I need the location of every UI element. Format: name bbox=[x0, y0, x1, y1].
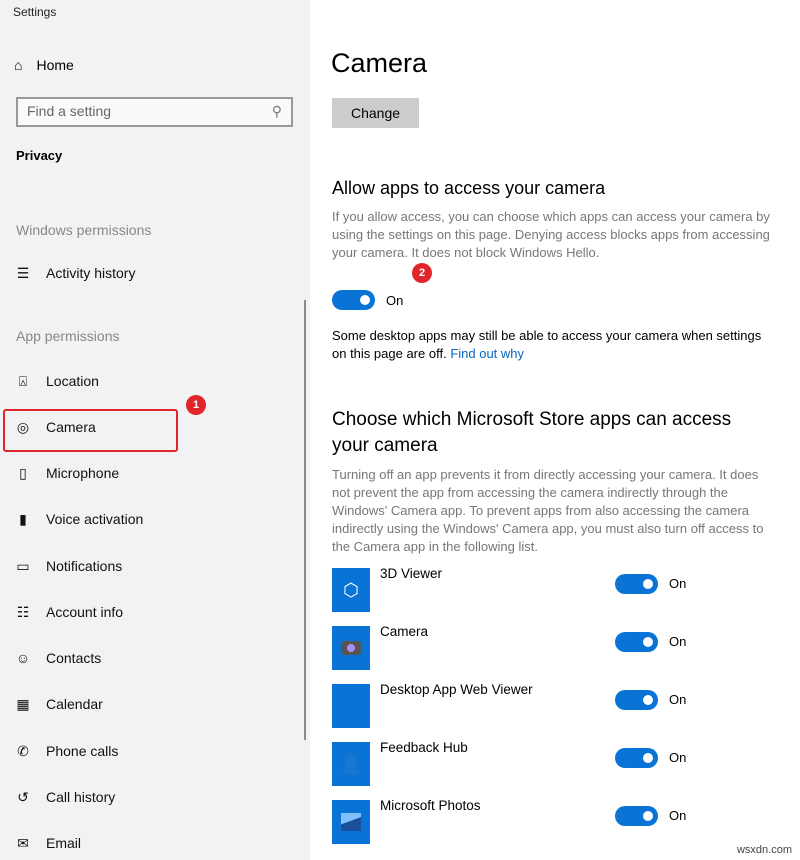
app-row-desktop-app-web-viewer: Desktop App Web Viewer On bbox=[332, 684, 752, 728]
search-input[interactable]: Find a setting ⚲ bbox=[16, 97, 293, 127]
sidebar-item-label: Contacts bbox=[46, 650, 101, 666]
camera-highlight-box bbox=[3, 409, 178, 452]
page-title: Camera bbox=[331, 48, 427, 79]
app-state: On bbox=[669, 750, 686, 765]
app-state: On bbox=[669, 692, 686, 707]
sidebar-item-notifications[interactable]: ▭ Notifications bbox=[14, 554, 122, 578]
account-info-icon: ☷ bbox=[14, 604, 32, 621]
sidebar-item-label: Call history bbox=[46, 789, 115, 805]
email-icon: ✉ bbox=[14, 835, 32, 852]
call-history-icon: ↺ bbox=[14, 789, 32, 806]
sidebar-item-label: Phone calls bbox=[46, 743, 118, 759]
sidebar-item-contacts[interactable]: ☺ Contacts bbox=[14, 646, 101, 670]
home-link[interactable]: ⌂ Home bbox=[14, 57, 74, 73]
app-name: Microsoft Photos bbox=[380, 798, 481, 813]
sidebar-item-label: Activity history bbox=[46, 265, 135, 281]
sidebar-item-label: Calendar bbox=[46, 696, 103, 712]
app-row-3d-viewer: ⬡ 3D Viewer On bbox=[332, 568, 752, 612]
sidebar-item-email[interactable]: ✉ Email bbox=[14, 831, 81, 855]
allow-heading: Allow apps to access your camera bbox=[332, 178, 605, 199]
sidebar-item-voice-activation[interactable]: ▮ Voice activation bbox=[14, 507, 143, 531]
annotation-badge-2: 2 bbox=[412, 263, 432, 283]
change-button[interactable]: Change bbox=[332, 98, 419, 128]
app-toggle[interactable] bbox=[615, 574, 658, 594]
store-heading: Choose which Microsoft Store apps can ac… bbox=[332, 407, 752, 459]
contacts-icon: ☺ bbox=[14, 650, 32, 666]
app-row-camera: Camera On bbox=[332, 626, 752, 670]
app-state: On bbox=[669, 576, 686, 591]
store-description: Turning off an app prevents it from dire… bbox=[332, 466, 772, 556]
3d-viewer-icon: ⬡ bbox=[332, 568, 370, 612]
microphone-icon: ▯ bbox=[14, 465, 32, 482]
sidebar-item-label: Microphone bbox=[46, 465, 119, 481]
find-out-why-link[interactable]: Find out why bbox=[450, 346, 524, 361]
search-icon: ⚲ bbox=[272, 103, 282, 121]
search-placeholder: Find a setting bbox=[27, 103, 111, 121]
app-toggle[interactable] bbox=[615, 690, 658, 710]
windows-permissions-header: Windows permissions bbox=[16, 222, 151, 238]
app-toggle[interactable] bbox=[615, 748, 658, 768]
app-name: 3D Viewer bbox=[380, 566, 442, 581]
home-label: Home bbox=[36, 57, 73, 73]
sidebar-item-location[interactable]: ⍓ Location bbox=[14, 369, 99, 393]
phone-icon: ✆ bbox=[14, 743, 32, 760]
notifications-icon: ▭ bbox=[14, 558, 32, 575]
note-text: Some desktop apps may still be able to a… bbox=[332, 328, 761, 361]
window-title: Settings bbox=[13, 5, 56, 19]
app-toggle[interactable] bbox=[615, 806, 658, 826]
camera-app-icon bbox=[332, 626, 370, 670]
activity-history-icon: ☰ bbox=[14, 265, 32, 282]
sidebar-item-call-history[interactable]: ↺ Call history bbox=[14, 785, 115, 809]
sidebar-item-label: Voice activation bbox=[46, 511, 143, 527]
app-name: Feedback Hub bbox=[380, 740, 468, 755]
feedback-hub-icon: 👤 bbox=[332, 742, 370, 786]
photos-icon bbox=[332, 800, 370, 844]
app-state: On bbox=[669, 634, 686, 649]
sidebar-item-account-info[interactable]: ☷ Account info bbox=[14, 600, 123, 624]
sidebar-item-label: Email bbox=[46, 835, 81, 851]
sidebar-item-calendar[interactable]: ▦ Calendar bbox=[14, 692, 103, 716]
sidebar-item-phone-calls[interactable]: ✆ Phone calls bbox=[14, 739, 118, 763]
sidebar-item-label: Location bbox=[46, 373, 99, 389]
section-title: Privacy bbox=[16, 148, 62, 163]
calendar-icon: ▦ bbox=[14, 696, 32, 713]
app-name: Camera bbox=[380, 624, 428, 639]
sidebar-scrollbar[interactable] bbox=[304, 300, 306, 740]
desktop-apps-note: Some desktop apps may still be able to a… bbox=[332, 327, 772, 363]
app-permissions-header: App permissions bbox=[16, 328, 120, 344]
sidebar-item-activity-history[interactable]: ☰ Activity history bbox=[14, 261, 135, 285]
annotation-badge-1: 1 bbox=[186, 395, 206, 415]
allow-description: If you allow access, you can choose whic… bbox=[332, 208, 772, 262]
app-row-feedback-hub: 👤 Feedback Hub On bbox=[332, 742, 752, 786]
app-state: On bbox=[669, 808, 686, 823]
app-toggle[interactable] bbox=[615, 632, 658, 652]
voice-icon: ▮ bbox=[14, 511, 32, 528]
sidebar-item-label: Account info bbox=[46, 604, 123, 620]
allow-camera-toggle[interactable] bbox=[332, 290, 375, 310]
sidebar-item-microphone[interactable]: ▯ Microphone bbox=[14, 461, 119, 485]
sidebar-item-label: Notifications bbox=[46, 558, 122, 574]
home-icon: ⌂ bbox=[14, 57, 22, 73]
location-icon: ⍓ bbox=[14, 373, 32, 390]
allow-state: On bbox=[386, 293, 403, 308]
app-row-microsoft-photos: Microsoft Photos On bbox=[332, 800, 752, 844]
app-name: Desktop App Web Viewer bbox=[380, 682, 533, 697]
watermark: wsxdn.com bbox=[737, 844, 792, 856]
desktop-app-web-viewer-icon bbox=[332, 684, 370, 728]
